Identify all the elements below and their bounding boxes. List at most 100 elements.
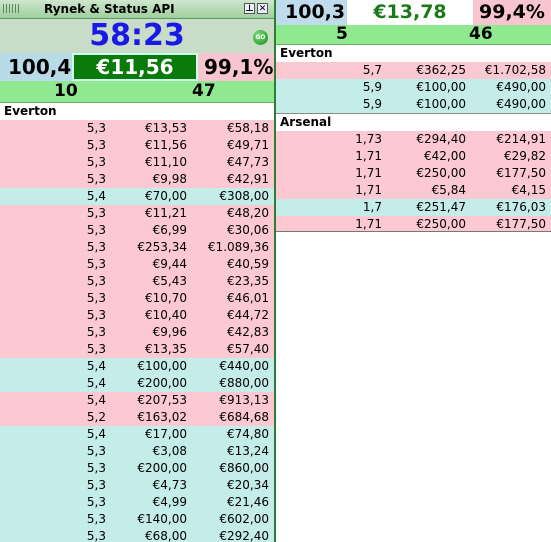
total-cell: €602,00 (219, 512, 269, 526)
total-cell: €880,00 (219, 376, 269, 390)
table-row[interactable]: 5,3 €68,00 €292,40 (0, 528, 274, 542)
table-row[interactable]: 5,3 €140,00 €602,00 (0, 511, 274, 528)
table-row[interactable]: 5,9 €100,00 €490,00 (276, 96, 551, 113)
stake-cell: €4,73 (152, 478, 187, 492)
stake-cell: €13,35 (145, 342, 187, 356)
summary-amount[interactable]: €13,78 (347, 0, 473, 25)
odds-cell: 1,73 (355, 132, 382, 146)
odds-cell: 5,3 (86, 478, 106, 492)
odds-cell: 5,3 (86, 495, 106, 509)
go-icon[interactable]: GO (253, 30, 268, 45)
table-row[interactable]: 5,3 €9,96 €42,83 (0, 324, 274, 341)
table-row[interactable]: 5,4 €100,00 €440,00 (0, 358, 274, 375)
total-cell: €23,35 (227, 274, 269, 288)
count-row: 10 47 (0, 81, 274, 103)
total-cell: €913,13 (219, 393, 269, 407)
odds-cell: 5,9 (362, 97, 382, 111)
stake-cell: €9,98 (152, 172, 187, 186)
total-cell: €40,59 (227, 257, 269, 271)
total-cell: €292,40 (219, 529, 269, 542)
table-row[interactable]: 1,71 €42,00 €29,82 (276, 148, 551, 165)
odds-cell: 5,3 (86, 240, 106, 254)
odds-cell: 5,3 (86, 155, 106, 169)
stake-cell: €11,56 (145, 138, 187, 152)
stake-cell: €42,00 (424, 149, 466, 163)
odds-cell: 1,71 (355, 149, 382, 163)
grip-icon[interactable] (3, 4, 21, 13)
table-row[interactable]: 5,9 €100,00 €490,00 (276, 79, 551, 96)
group-header: Everton (276, 45, 551, 62)
odds-cell: 5,3 (86, 223, 106, 237)
count-a: 10 (54, 81, 78, 101)
bottom-border (276, 231, 551, 232)
total-cell: €42,91 (227, 172, 269, 186)
window-title: Rynek & Status API (44, 2, 175, 16)
odds-cell: 5,3 (86, 206, 106, 220)
total-cell: €46,01 (227, 291, 269, 305)
total-cell: €42,83 (227, 325, 269, 339)
table-row[interactable]: 5,3 €3,08 €13,24 (0, 443, 274, 460)
table-row[interactable]: 5,3 €200,00 €860,00 (0, 460, 274, 477)
total-cell: €30,06 (227, 223, 269, 237)
table-row[interactable]: 5,3 €4,99 €21,46 (0, 494, 274, 511)
table-row[interactable]: 5,3 €13,35 €57,40 (0, 341, 274, 358)
stake-cell: €100,00 (416, 97, 466, 111)
total-cell: €21,46 (227, 495, 269, 509)
odds-cell: 1,7 (362, 200, 382, 214)
stake-cell: €200,00 (137, 376, 187, 390)
stake-cell: €250,00 (416, 166, 466, 180)
stake-cell: €362,25 (416, 63, 466, 77)
table-row[interactable]: 5,3 €11,21 €48,20 (0, 205, 274, 222)
odds-cell: 5,4 (86, 393, 106, 407)
odds-cell: 5,3 (86, 291, 106, 305)
stake-cell: €5,84 (431, 183, 466, 197)
close-icon[interactable]: ✕ (257, 3, 268, 14)
table-row[interactable]: 5,3 €253,34 €1.089,36 (0, 239, 274, 256)
total-cell: €47,73 (227, 155, 269, 169)
total-cell: €860,00 (219, 461, 269, 475)
table-row[interactable]: 5,3 €10,70 €46,01 (0, 290, 274, 307)
odds-cell: 5,3 (86, 342, 106, 356)
stake-cell: €4,99 (152, 495, 187, 509)
table-row[interactable]: 5,4 €70,00 €308,00 (0, 188, 274, 205)
stake-cell: €200,00 (137, 461, 187, 475)
table-row[interactable]: 5,3 €10,40 €44,72 (0, 307, 274, 324)
table-row[interactable]: 5,3 €13,53 €58,18 (0, 120, 274, 137)
table-row[interactable]: 5,4 €200,00 €880,00 (0, 375, 274, 392)
total-cell: €308,00 (219, 189, 269, 203)
stake-cell: €5,43 (152, 274, 187, 288)
table-row[interactable]: 5,3 €5,43 €23,35 (0, 273, 274, 290)
title-bar[interactable]: Rynek & Status API ⊥ ✕ (0, 0, 274, 19)
table-row[interactable]: 5,4 €17,00 €74,80 (0, 426, 274, 443)
table-row[interactable]: 5,2 €163,02 €684,68 (0, 409, 274, 426)
table-row[interactable]: 1,73 €294,40 €214,91 (276, 131, 551, 148)
timer-row: 58:23 GO (0, 19, 274, 53)
odds-cell: 1,71 (355, 183, 382, 197)
table-row[interactable]: 1,71 €250,00 €177,50 (276, 165, 551, 182)
summary-amount[interactable]: €11,56 (72, 53, 198, 81)
table-row[interactable]: 5,4 €207,53 €913,13 (0, 392, 274, 409)
group-header: Arsenal (276, 113, 551, 131)
table-row[interactable]: 5,3 €4,73 €20,34 (0, 477, 274, 494)
stake-cell: €100,00 (416, 80, 466, 94)
total-cell: €20,34 (227, 478, 269, 492)
odds-cell: 5,9 (362, 80, 382, 94)
table-row[interactable]: 1,7 €251,47 €176,03 (276, 199, 551, 216)
total-cell: €49,71 (227, 138, 269, 152)
table-row[interactable]: 5,3 €9,98 €42,91 (0, 171, 274, 188)
total-cell: €176,03 (496, 200, 546, 214)
table-row[interactable]: 5,7 €362,25 €1.702,58 (276, 62, 551, 79)
table-row[interactable]: 5,3 €6,99 €30,06 (0, 222, 274, 239)
table-row[interactable]: 1,71 €5,84 €4,15 (276, 182, 551, 199)
stake-cell: €11,10 (145, 155, 187, 169)
table-row[interactable]: 5,3 €11,10 €47,73 (0, 154, 274, 171)
table-row[interactable]: 1,71 €250,00 €177,50 (276, 216, 551, 232)
table-row[interactable]: 5,3 €9,44 €40,59 (0, 256, 274, 273)
total-cell: €214,91 (496, 132, 546, 146)
odds-cell: 5,2 (86, 410, 106, 424)
stake-cell: €11,21 (145, 206, 187, 220)
table-row[interactable]: 5,3 €11,56 €49,71 (0, 137, 274, 154)
total-cell: €74,80 (227, 427, 269, 441)
stake-cell: €9,44 (152, 257, 187, 271)
pin-icon[interactable]: ⊥ (244, 3, 255, 14)
